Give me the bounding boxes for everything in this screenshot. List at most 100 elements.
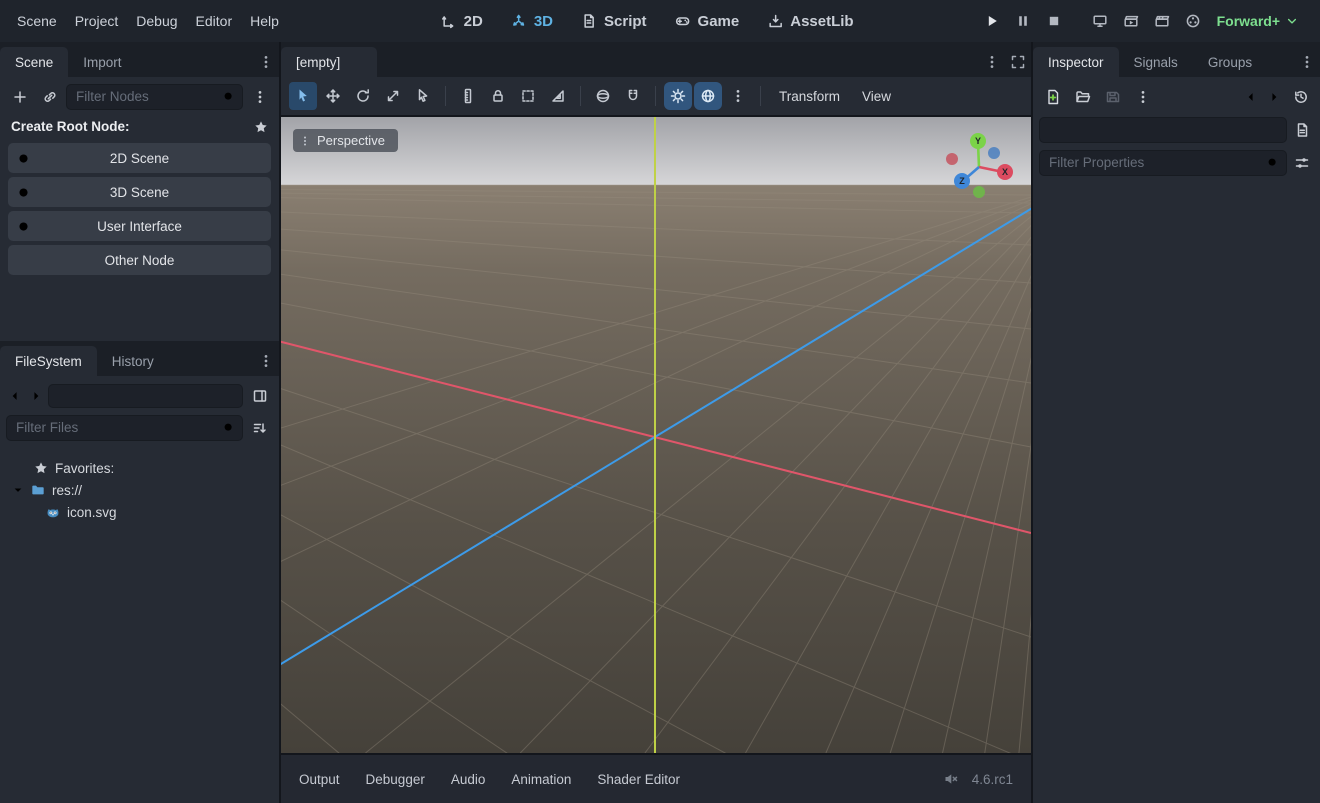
inspected-object-name-input[interactable] (1039, 117, 1287, 143)
workspace-3d-button[interactable]: 3D (503, 9, 561, 34)
collapse-arrow-icon[interactable] (12, 484, 24, 496)
workspace-game-button[interactable]: Game (667, 9, 748, 34)
run-controls: Forward+ (979, 8, 1310, 34)
neg-x-ball[interactable] (946, 153, 958, 165)
fs-path-input[interactable] (48, 384, 243, 408)
menu-editor[interactable]: Editor (187, 8, 242, 34)
select-tool-button[interactable] (289, 82, 317, 110)
close-scene-tab-button[interactable] (350, 56, 362, 68)
menu-help[interactable]: Help (241, 8, 288, 34)
link-icon (42, 89, 58, 105)
local-space-button[interactable] (589, 82, 617, 110)
view-axis-gizmo[interactable]: Y X Z (941, 127, 1017, 203)
resource-extra-menu-button[interactable] (1129, 83, 1156, 110)
fs-back-button[interactable] (6, 384, 24, 408)
move-tool-button[interactable] (319, 82, 347, 110)
workspace-script-button[interactable]: Script (573, 9, 655, 34)
pause-icon (1015, 13, 1031, 29)
tab-import[interactable]: Import (68, 47, 136, 77)
create-2d-scene-button[interactable]: 2D Scene (8, 143, 271, 173)
new-resource-button[interactable] (1039, 83, 1066, 110)
save-resource-button[interactable] (1099, 83, 1126, 110)
tab-history[interactable]: History (97, 346, 169, 376)
panel-shader-editor-button[interactable]: Shader Editor (585, 764, 692, 795)
tree-item-favorites[interactable]: Favorites: (6, 457, 273, 479)
distraction-free-button[interactable] (1005, 47, 1031, 77)
projection-selector[interactable]: Perspective (293, 129, 398, 152)
stop-button[interactable] (1041, 8, 1067, 34)
filter-properties-input[interactable] (1039, 150, 1287, 176)
create-user-interface-button[interactable]: User Interface (8, 211, 271, 241)
tab-filesystem-label: FileSystem (15, 354, 82, 369)
tab-filesystem[interactable]: FileSystem (0, 346, 97, 376)
open-docs-button[interactable] (1290, 116, 1314, 143)
remote-debug-button[interactable] (1087, 8, 1113, 34)
preview-sun-toggle[interactable] (664, 82, 692, 110)
transform-menu[interactable]: Transform (769, 82, 850, 110)
list-select-button[interactable] (409, 82, 437, 110)
neg-z-ball[interactable] (988, 147, 1000, 159)
workspace-assetlib-button[interactable]: AssetLib (759, 9, 861, 34)
2d-icon (441, 13, 457, 29)
menu-project[interactable]: Project (66, 8, 128, 34)
fs-sort-button[interactable] (246, 414, 273, 441)
create-3d-scene-button[interactable]: 3D Scene (8, 177, 271, 207)
ruler-mode-button[interactable] (454, 82, 482, 110)
panel-animation-button[interactable]: Animation (499, 764, 583, 795)
scene-tab-empty[interactable]: [empty] (281, 47, 377, 77)
inspector-back-button[interactable] (1241, 83, 1261, 110)
sun-environment-menu-button[interactable] (724, 82, 752, 110)
play-button[interactable] (979, 8, 1005, 34)
play-custom-scene-icon (1154, 13, 1170, 29)
filter-nodes-input[interactable] (66, 84, 243, 110)
renderer-selector[interactable]: Forward+ (1211, 9, 1304, 33)
scene-tree-menu-button[interactable] (246, 83, 273, 110)
tree-item-res-root[interactable]: res:// (6, 479, 273, 501)
lock-node-button[interactable] (484, 82, 512, 110)
tab-signals[interactable]: Signals (1119, 47, 1193, 77)
group-node-button[interactable] (514, 82, 542, 110)
fs-forward-button[interactable] (27, 384, 45, 408)
play-custom-scene-button[interactable] (1149, 8, 1175, 34)
panel-audio-button[interactable]: Audio (439, 764, 498, 795)
inspector-forward-button[interactable] (1264, 83, 1284, 110)
add-node-button[interactable] (6, 83, 33, 110)
view-menu[interactable]: View (852, 82, 901, 110)
play-scene-button[interactable] (1118, 8, 1144, 34)
pause-button[interactable] (1010, 8, 1036, 34)
scale-tool-button[interactable] (379, 82, 407, 110)
preview-environment-toggle[interactable] (694, 82, 722, 110)
movie-maker-button[interactable] (1180, 8, 1206, 34)
menu-scene[interactable]: Scene (8, 8, 66, 34)
viewport-canvas[interactable] (281, 117, 1031, 753)
viewport-3d[interactable]: Perspective Y X Z (281, 115, 1031, 753)
set-square-button[interactable] (544, 82, 572, 110)
rotate-tool-button[interactable] (349, 82, 377, 110)
plus-icon (12, 89, 28, 105)
instantiate-scene-button[interactable] (36, 83, 63, 110)
scene-dock-menu-button[interactable] (253, 47, 279, 77)
inspector-dock-menu-button[interactable] (1294, 47, 1320, 77)
audio-mute-button[interactable] (938, 766, 964, 792)
workspace-2d-button[interactable]: 2D (433, 9, 491, 34)
create-other-node-button[interactable]: Other Node (8, 245, 271, 275)
fs-split-view-button[interactable] (246, 382, 273, 409)
inspector-history-button[interactable] (1287, 83, 1314, 110)
tab-scene[interactable]: Scene (0, 47, 68, 77)
load-resource-button[interactable] (1069, 83, 1096, 110)
filesystem-dock-menu-button[interactable] (253, 346, 279, 376)
scene-tabs-list-button[interactable] (979, 47, 1005, 77)
filter-files-input[interactable] (6, 415, 243, 441)
menu-debug[interactable]: Debug (127, 8, 186, 34)
tab-inspector[interactable]: Inspector (1033, 47, 1119, 77)
tab-groups[interactable]: Groups (1193, 47, 1267, 77)
workspace-3d-label: 3D (534, 13, 553, 30)
new-scene-tab-button[interactable] (377, 47, 403, 77)
panel-output-button[interactable]: Output (287, 764, 352, 795)
snap-mode-button[interactable] (619, 82, 647, 110)
neg-y-ball[interactable] (973, 186, 985, 198)
property-tools-button[interactable] (1290, 149, 1314, 176)
panel-debugger-button[interactable]: Debugger (354, 764, 437, 795)
favorite-star-icon[interactable] (254, 120, 268, 134)
tree-item-icon-svg[interactable]: icon.svg (6, 501, 273, 523)
